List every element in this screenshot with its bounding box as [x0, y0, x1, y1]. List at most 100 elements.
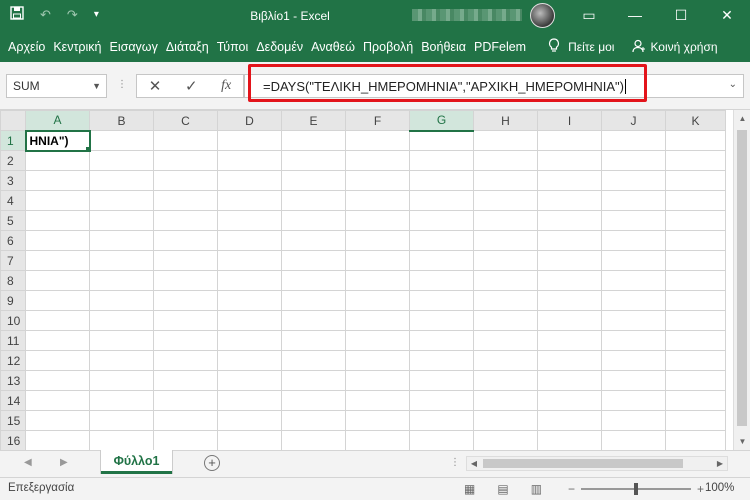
tab-pdfelement[interactable]: PDFelem — [470, 32, 530, 62]
cell-d9[interactable] — [217, 290, 282, 311]
cell-a4[interactable] — [25, 190, 90, 211]
cell-e16[interactable] — [281, 430, 346, 450]
cell-e5[interactable] — [281, 210, 346, 231]
cell-h9[interactable] — [473, 290, 538, 311]
zoom-level[interactable]: 100% — [705, 482, 734, 494]
cell-e13[interactable] — [281, 370, 346, 391]
row-header-5[interactable]: 5 — [0, 210, 26, 231]
zoom-slider[interactable] — [581, 483, 692, 495]
cell-h8[interactable] — [473, 270, 538, 291]
cell-d5[interactable] — [217, 210, 282, 231]
row-header-3[interactable]: 3 — [0, 170, 26, 191]
zoom-out-button[interactable]: − — [568, 482, 575, 496]
cell-g12[interactable] — [409, 350, 474, 371]
minimize-button[interactable]: — — [612, 0, 658, 32]
cell-i8[interactable] — [537, 270, 602, 291]
cell-h4[interactable] — [473, 190, 538, 211]
avatar[interactable] — [530, 3, 555, 28]
cell-e12[interactable] — [281, 350, 346, 371]
row-header-2[interactable]: 2 — [0, 150, 26, 171]
cell-b2[interactable] — [89, 150, 154, 171]
insert-function-icon[interactable]: fx — [221, 78, 231, 94]
cell-k6[interactable] — [665, 230, 726, 251]
cell-c9[interactable] — [153, 290, 218, 311]
cell-a5[interactable] — [25, 210, 90, 231]
cell-a7[interactable] — [25, 250, 90, 271]
tab-formulas[interactable]: Τύποι — [213, 32, 253, 62]
cell-g9[interactable] — [409, 290, 474, 311]
scroll-down-icon[interactable]: ▼ — [734, 433, 750, 450]
scroll-right-icon[interactable]: ▶ — [713, 457, 727, 470]
cell-c7[interactable] — [153, 250, 218, 271]
cell-c5[interactable] — [153, 210, 218, 231]
cell-k8[interactable] — [665, 270, 726, 291]
column-header-b[interactable]: B — [89, 110, 154, 131]
cell-k3[interactable] — [665, 170, 726, 191]
cell-g11[interactable] — [409, 330, 474, 351]
column-header-c[interactable]: C — [153, 110, 218, 131]
cell-e15[interactable] — [281, 410, 346, 431]
row-header-4[interactable]: 4 — [0, 190, 26, 211]
cell-b3[interactable] — [89, 170, 154, 191]
chevron-down-icon[interactable]: ▼ — [92, 75, 101, 97]
cell-j9[interactable] — [601, 290, 666, 311]
cell-d15[interactable] — [217, 410, 282, 431]
cell-k16[interactable] — [665, 430, 726, 450]
cell-e4[interactable] — [281, 190, 346, 211]
cell-d1[interactable] — [217, 130, 282, 151]
cell-a12[interactable] — [25, 350, 90, 371]
row-header-7[interactable]: 7 — [0, 250, 26, 271]
scroll-left-icon[interactable]: ◀ — [467, 457, 481, 470]
cell-d11[interactable] — [217, 330, 282, 351]
cell-f11[interactable] — [345, 330, 410, 351]
cell-a6[interactable] — [25, 230, 90, 251]
cell-h14[interactable] — [473, 390, 538, 411]
cell-c8[interactable] — [153, 270, 218, 291]
cell-g2[interactable] — [409, 150, 474, 171]
cell-j16[interactable] — [601, 430, 666, 450]
tab-review[interactable]: Αναθεώ — [307, 32, 359, 62]
cell-d2[interactable] — [217, 150, 282, 171]
cell-h3[interactable] — [473, 170, 538, 191]
cell-j10[interactable] — [601, 310, 666, 331]
cell-d12[interactable] — [217, 350, 282, 371]
cell-a11[interactable] — [25, 330, 90, 351]
cell-g16[interactable] — [409, 430, 474, 450]
cell-d16[interactable] — [217, 430, 282, 450]
cell-g15[interactable] — [409, 410, 474, 431]
cell-f4[interactable] — [345, 190, 410, 211]
cell-k1[interactable] — [665, 130, 726, 151]
row-header-1[interactable]: 1 — [0, 130, 27, 151]
row-header-6[interactable]: 6 — [0, 230, 26, 251]
scroll-thumb[interactable] — [483, 459, 683, 468]
cell-d13[interactable] — [217, 370, 282, 391]
name-box[interactable]: SUM ▼ — [6, 74, 107, 98]
row-header-11[interactable]: 11 — [0, 330, 26, 351]
cell-a16[interactable] — [25, 430, 90, 450]
cell-c3[interactable] — [153, 170, 218, 191]
cell-f5[interactable] — [345, 210, 410, 231]
column-header-d[interactable]: D — [217, 110, 282, 131]
cell-c16[interactable] — [153, 430, 218, 450]
cell-h16[interactable] — [473, 430, 538, 450]
cell-j3[interactable] — [601, 170, 666, 191]
row-header-8[interactable]: 8 — [0, 270, 26, 291]
cell-e2[interactable] — [281, 150, 346, 171]
cell-f15[interactable] — [345, 410, 410, 431]
cell-d7[interactable] — [217, 250, 282, 271]
row-header-16[interactable]: 16 — [0, 430, 26, 450]
cell-a15[interactable] — [25, 410, 90, 431]
cell-h6[interactable] — [473, 230, 538, 251]
cell-b11[interactable] — [89, 330, 154, 351]
cell-g1[interactable] — [409, 130, 474, 151]
cell-a8[interactable] — [25, 270, 90, 291]
cell-b5[interactable] — [89, 210, 154, 231]
normal-view-icon[interactable]: ▦ — [464, 482, 475, 496]
cell-j1[interactable] — [601, 130, 666, 151]
cell-h15[interactable] — [473, 410, 538, 431]
cell-a3[interactable] — [25, 170, 90, 191]
cell-b4[interactable] — [89, 190, 154, 211]
cell-h1[interactable] — [473, 130, 538, 151]
scroll-up-icon[interactable]: ▲ — [734, 110, 750, 127]
cell-i2[interactable] — [537, 150, 602, 171]
